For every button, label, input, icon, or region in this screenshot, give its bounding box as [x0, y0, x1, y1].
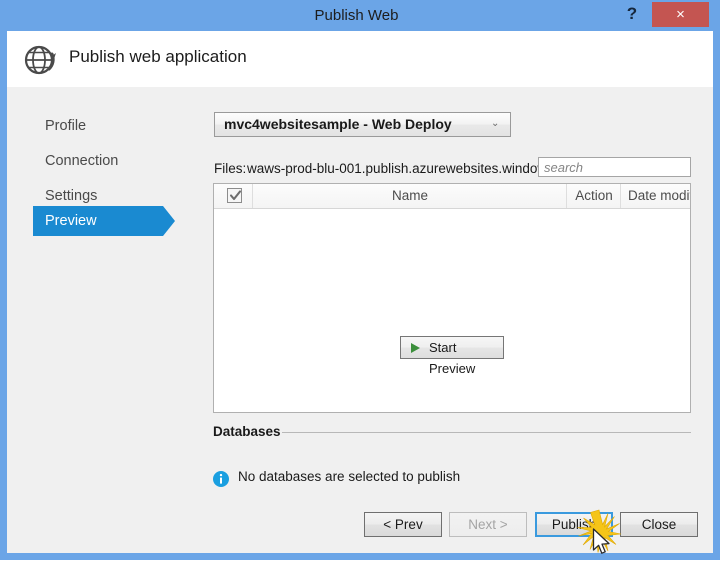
search-input[interactable] [539, 158, 690, 176]
column-header-action[interactable]: Action [568, 184, 621, 208]
title-bar: Publish Web ? × [0, 0, 713, 31]
select-all-checkbox[interactable] [227, 188, 242, 203]
column-header-name[interactable]: Name [254, 184, 567, 208]
databases-message: No databases are selected to publish [238, 469, 461, 484]
info-icon [213, 471, 229, 487]
sidebar-selection-arrow-icon [163, 206, 175, 236]
close-icon[interactable]: × [652, 2, 709, 27]
dialog-header: Publish web application [7, 31, 713, 87]
publish-profile-dropdown[interactable]: mvc4websitesample - Web Deploy ⌄ [214, 112, 511, 137]
start-preview-button[interactable]: Start Preview [400, 336, 504, 376]
help-icon[interactable]: ? [618, 0, 646, 28]
window-title: Publish Web [314, 7, 399, 24]
next-button: Next > [449, 512, 527, 537]
publish-web-dialog: Publish Web ? × Publish web application … [0, 0, 720, 560]
start-preview-label: Start Preview [429, 340, 476, 376]
search-input-wrapper[interactable] [538, 157, 691, 177]
databases-section-divider [282, 432, 691, 433]
file-list-panel: Name Action Date modifie Start Preview [213, 183, 691, 413]
globe-publish-icon [21, 40, 61, 80]
prev-button[interactable]: < Prev [364, 512, 442, 537]
select-all-cell[interactable] [220, 184, 253, 208]
sidebar-item-profile[interactable]: Profile [33, 111, 86, 141]
publish-button[interactable]: Publish [535, 512, 613, 537]
dialog-body: Profile Connection Settings Preview mvc4… [7, 87, 713, 553]
close-button[interactable]: Close [620, 512, 698, 537]
sidebar-item-preview[interactable]: Preview [33, 206, 163, 236]
file-list-header: Name Action Date modifie [214, 184, 690, 209]
files-label: Files: [214, 161, 247, 176]
dialog-footer: < Prev Next > Publish Close [7, 506, 713, 553]
column-header-date-modified[interactable]: Date modifie [622, 184, 690, 208]
play-icon [411, 343, 420, 353]
files-path: waws-prod-blu-001.publish.azurewebsites.… [247, 161, 579, 176]
chevron-down-icon: ⌄ [491, 118, 500, 129]
sidebar: Profile Connection Settings Preview [7, 87, 202, 553]
main-content: mvc4websitesample - Web Deploy ⌄ Files: … [202, 87, 713, 553]
databases-section-title: Databases [213, 424, 281, 439]
page-title: Publish web application [69, 47, 247, 66]
sidebar-item-connection[interactable]: Connection [33, 146, 118, 176]
publish-profile-value: mvc4websitesample - Web Deploy [224, 116, 452, 132]
